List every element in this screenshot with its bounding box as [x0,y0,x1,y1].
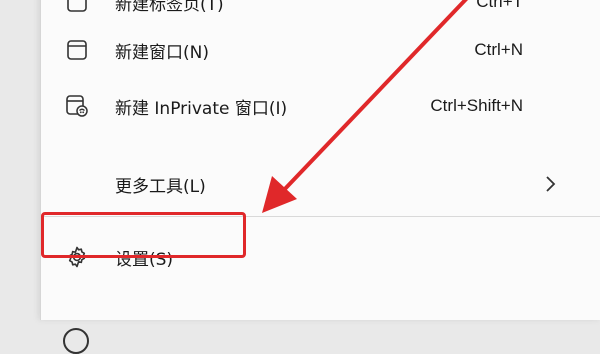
menu-item-shortcut: Ctrl+Shift+N [430,96,523,115]
settings-highlight-box [41,212,246,258]
menu-item-shortcut: Ctrl+N [474,40,523,59]
menu-item-label: 新建标签页(T) [115,0,224,15]
chevron-right-icon [546,176,556,192]
new-tab-icon [65,0,89,14]
help-icon [63,328,89,354]
menu-item-label: 新建窗口(N) [115,42,209,63]
menu-item-more-tools[interactable]: 更多工具(L) [41,164,600,204]
context-menu: 新建标签页(T) Ctrl+T 新建窗口(N) Ctrl+N 新建 InPriv… [40,0,600,354]
menu-item-label: 更多工具(L) [115,176,206,197]
menu-item-shortcut: Ctrl+T [476,0,523,11]
window-icon [65,38,89,62]
inprivate-window-icon [65,94,89,118]
menu-item-new-inprivate-window[interactable]: 新建 InPrivate 窗口(I) Ctrl+Shift+N [41,86,600,126]
menu-item-new-tab[interactable]: 新建标签页(T) Ctrl+T [41,0,600,22]
menu-item-label: 新建 InPrivate 窗口(I) [115,98,288,119]
menu-item-new-window[interactable]: 新建窗口(N) Ctrl+N [41,30,600,70]
